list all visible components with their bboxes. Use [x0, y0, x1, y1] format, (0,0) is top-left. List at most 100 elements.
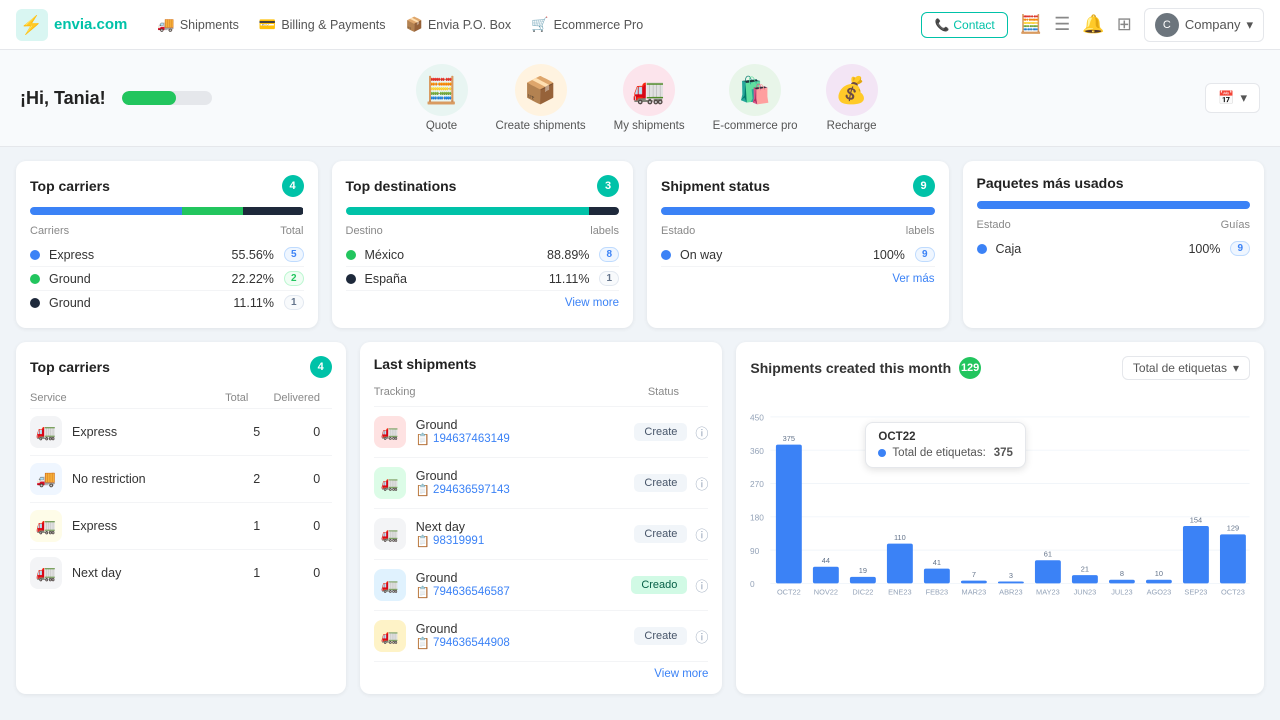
svg-text:SEP23: SEP23 [1185, 588, 1208, 597]
grid-icon[interactable]: ☰ [1054, 14, 1070, 35]
company-button[interactable]: C Company ▾ [1144, 8, 1264, 42]
info-icon-1[interactable]: ⓘ [695, 474, 708, 493]
quick-action-ecommerce[interactable]: 🛍️ E-commerce pro [713, 64, 798, 132]
carrier-logo-4: 🚛 [374, 620, 406, 652]
quick-action-create-shipments[interactable]: 📦 Create shipments [496, 64, 586, 132]
no-restriction-total: 2 [242, 472, 272, 486]
quick-action-my-shipments[interactable]: 🚛 My shipments [614, 64, 685, 132]
nav-shipments[interactable]: 🚚 Shipments [157, 16, 239, 33]
bar-dic22 [850, 577, 876, 583]
info-icon-2[interactable]: ⓘ [695, 525, 708, 544]
carriers-col-label: Carriers [30, 225, 69, 237]
carrier-logo-3: 🚛 [374, 569, 406, 601]
quick-action-recharge[interactable]: 💰 Recharge [826, 64, 878, 132]
contact-button[interactable]: 📞 Contact [921, 12, 1007, 38]
destinations-view-more[interactable]: View more [346, 297, 620, 309]
svg-text:41: 41 [933, 558, 941, 567]
status-view-more[interactable]: Ver más [661, 273, 935, 285]
shipment-4-name: Ground [416, 622, 589, 636]
quick-action-quote[interactable]: 🧮 Quote [416, 64, 468, 132]
shipment-status-badge: 9 [913, 175, 935, 197]
top-carriers-bottom-header: Top carriers 4 [30, 356, 332, 378]
shipments-view-more[interactable]: View more [374, 668, 709, 680]
apps-icon[interactable]: ⊞ [1117, 14, 1132, 35]
bell-icon[interactable]: 🔔 [1082, 14, 1104, 35]
svg-text:154: 154 [1190, 515, 1202, 524]
shipment-row-4: 🚛 Ground 📋794636544908 Create ⓘ [374, 611, 709, 662]
next-day-total: 1 [242, 566, 272, 580]
greeting: ¡Hi, Tania! [20, 88, 106, 109]
paquetes-title: Paquetes más usados [977, 175, 1124, 191]
paquetes-col-guias: Guías [1221, 219, 1250, 231]
shipment-3-tracking: 📋794636546587 [416, 585, 589, 599]
shipment-1-status-btn[interactable]: Create [634, 474, 687, 492]
svg-text:JUL23: JUL23 [1112, 588, 1133, 597]
logo-text: envia.com [54, 16, 127, 33]
chart-dropdown[interactable]: Total de etiquetas ▾ [1122, 356, 1250, 380]
next-day-name: Next day [72, 566, 242, 580]
svg-text:110: 110 [894, 533, 906, 542]
logo[interactable]: ⚡ envia.com [16, 9, 127, 41]
shipment-0-status-btn[interactable]: Create [634, 423, 687, 441]
shipment-row-2: 🚛 Next day 📋98319991 Create ⓘ [374, 509, 709, 560]
top-carriers-bar [30, 207, 304, 215]
svg-text:OCT22: OCT22 [777, 588, 801, 597]
no-restriction-icon: 🚚 [30, 463, 62, 495]
nav-ecommerce[interactable]: 🛒 Ecommerce Pro [531, 16, 643, 33]
no-restriction-name: No restriction [72, 472, 242, 486]
carrier-row-ground-dark: Ground 11.11% 1 [30, 291, 304, 314]
express2-total: 1 [242, 519, 272, 533]
company-initial: C [1163, 19, 1171, 31]
status-col-labels: labels [906, 225, 935, 237]
shipment-table-header: Tracking Status [374, 382, 709, 407]
dot-mexico [346, 250, 356, 260]
svg-text:10: 10 [1155, 569, 1163, 578]
nav-pobox[interactable]: 📦 Envia P.O. Box [406, 16, 512, 33]
bar-ene23 [887, 544, 913, 584]
progress-bar-fill [122, 91, 176, 105]
shipment-4-status-btn[interactable]: Create [634, 627, 687, 645]
top-destinations-title: Top destinations [346, 178, 457, 194]
info-icon-3[interactable]: ⓘ [695, 576, 708, 595]
calculator-icon[interactable]: 🧮 [1020, 14, 1042, 35]
status-on-way-pct: 100% [873, 248, 905, 262]
service-col-total: Total [212, 392, 262, 404]
last-shipments-header: Last shipments [374, 356, 709, 372]
svg-text:FEB23: FEB23 [926, 588, 949, 597]
bar-jul23 [1109, 580, 1135, 584]
top-carriers-table-header: Carriers Total [30, 225, 304, 237]
date-dropdown[interactable]: 📅 ▾ [1205, 83, 1260, 113]
shipment-3-status-btn[interactable]: Creado [631, 576, 687, 594]
service-row-express1: 🚛 Express 5 0 [30, 409, 332, 456]
top-carriers-bottom-badge: 4 [310, 356, 332, 378]
service-col-delivered: Delivered [262, 392, 332, 404]
ecommerce-pro-icon: 🛍️ [729, 64, 781, 116]
top-carriers-header: Top carriers 4 [30, 175, 304, 197]
quick-actions: 🧮 Quote 📦 Create shipments 🚛 My shipment… [416, 64, 878, 132]
top-destinations-badge: 3 [597, 175, 619, 197]
dot-ground-green [30, 274, 40, 284]
chart-title: Shipments created this month [750, 360, 951, 376]
chevron-down-icon: ▾ [1240, 90, 1247, 106]
dot-express [30, 250, 40, 260]
shipment-2-name: Next day [416, 520, 589, 534]
nav-billing[interactable]: 💳 Billing & Payments [259, 16, 386, 33]
bar-ago23 [1146, 580, 1172, 584]
paquetes-table-header: Estado Guías [977, 219, 1251, 231]
carrier-logo-1: 🚛 [374, 467, 406, 499]
shipment-row-0: 🚛 Ground 📋194637463149 Create ⓘ [374, 407, 709, 458]
paquetes-bar [977, 201, 1251, 209]
paquetes-caja-badge: 9 [1230, 241, 1250, 256]
svg-text:21: 21 [1081, 564, 1089, 573]
dest-espana-pct: 11.11% [549, 272, 590, 286]
svg-text:⚡: ⚡ [20, 14, 42, 36]
info-icon-4[interactable]: ⓘ [695, 627, 708, 646]
contact-label: Contact [953, 18, 994, 32]
express2-delivered: 0 [302, 519, 332, 533]
paquetes-header: Paquetes más usados [977, 175, 1251, 191]
info-icon-0[interactable]: ⓘ [695, 423, 708, 442]
shipment-2-status-btn[interactable]: Create [634, 525, 687, 543]
pobox-icon: 📦 [406, 16, 423, 33]
logo-icon: ⚡ [16, 9, 48, 41]
carrier-ground-dark-pct: 11.11% [233, 296, 274, 310]
